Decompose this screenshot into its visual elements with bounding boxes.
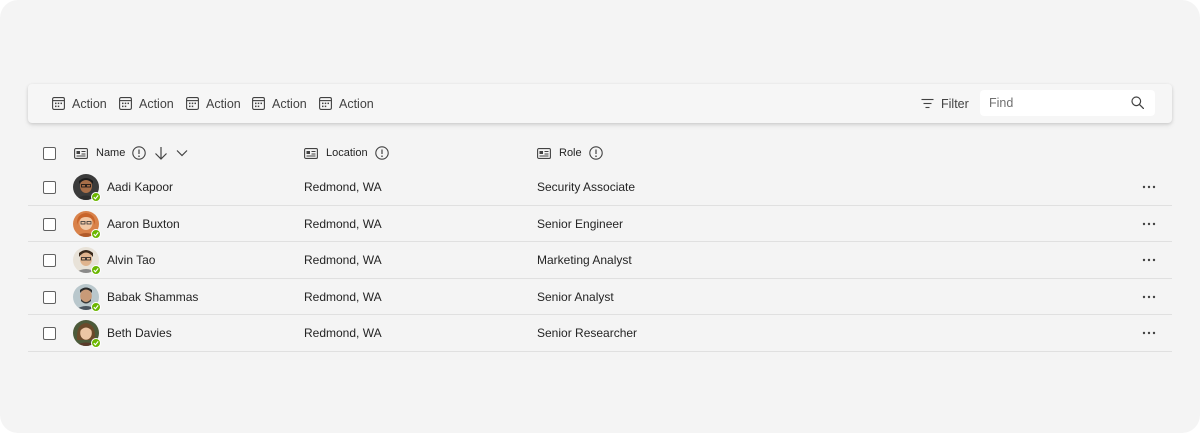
sort-down-arrow-icon[interactable] — [154, 146, 168, 160]
more-options-icon[interactable] — [1141, 180, 1157, 194]
row-checkbox[interactable] — [43, 327, 56, 341]
find-input[interactable] — [980, 91, 1120, 115]
find-box — [980, 90, 1155, 116]
presence-available-icon — [91, 265, 101, 276]
app-frame: Action Action Action Action Action Filte… — [0, 0, 1200, 433]
presence-available-icon — [91, 228, 101, 239]
avatar — [73, 210, 101, 239]
table-header: Name Location Role — [28, 137, 1172, 169]
column-header-role[interactable]: Role — [537, 137, 603, 169]
toolbar: Action Action Action Action Action Filte… — [28, 84, 1172, 123]
table-row[interactable]: Alvin Tao Redmond, WA Marketing Analyst — [28, 242, 1172, 279]
action-button-4[interactable]: Action — [252, 84, 307, 123]
cell-location: Redmond, WA — [304, 180, 382, 194]
calendar-icon — [52, 97, 65, 110]
avatar — [73, 283, 101, 312]
column-header-location[interactable]: Location — [304, 137, 389, 169]
contact-card-icon — [304, 147, 318, 159]
action-label: Action — [339, 96, 374, 111]
filter-button[interactable]: Filter — [921, 84, 969, 123]
action-label: Action — [72, 96, 107, 111]
cell-location: Redmond, WA — [304, 326, 382, 341]
cell-name: Beth Davies — [107, 326, 172, 341]
presence-available-icon — [91, 192, 101, 202]
more-options-icon[interactable] — [1141, 253, 1157, 267]
action-button-5[interactable]: Action — [319, 84, 374, 123]
table-row[interactable]: Beth Davies Redmond, WA Senior Researche… — [28, 315, 1172, 352]
presence-available-icon — [91, 338, 101, 349]
cell-location: Redmond, WA — [304, 289, 382, 304]
table-row[interactable]: Aadi Kapoor Redmond, WA Security Associa… — [28, 169, 1172, 206]
contact-card-icon — [537, 147, 551, 159]
info-icon[interactable] — [132, 146, 147, 160]
contact-card-icon — [74, 147, 88, 159]
table-row[interactable]: Aaron Buxton Redmond, WA Senior Engineer — [28, 206, 1172, 243]
cell-name: Aaron Buxton — [107, 216, 180, 231]
chevron-down-icon[interactable] — [176, 147, 188, 159]
row-checkbox[interactable] — [43, 290, 56, 304]
action-button-2[interactable]: Action — [119, 84, 174, 123]
calendar-icon — [252, 97, 265, 110]
action-button-1[interactable]: Action — [52, 84, 107, 123]
cell-location: Redmond, WA — [304, 253, 382, 268]
select-all-checkbox[interactable] — [43, 147, 56, 160]
avatar — [73, 174, 101, 202]
search-icon[interactable] — [1131, 96, 1144, 109]
filter-icon — [921, 98, 934, 109]
filter-label: Filter — [941, 96, 969, 111]
cell-role: Senior Researcher — [537, 326, 638, 341]
cell-name: Alvin Tao — [107, 253, 156, 268]
action-label: Action — [272, 96, 307, 111]
column-header-location-label: Location — [326, 147, 368, 159]
people-table: Name Location Role Aadi Kapoor Redmond, … — [28, 137, 1172, 352]
row-checkbox[interactable] — [43, 181, 56, 194]
cell-role: Senior Engineer — [537, 216, 624, 231]
presence-available-icon — [91, 301, 101, 312]
more-options-icon[interactable] — [1141, 326, 1157, 340]
info-icon[interactable] — [588, 146, 603, 160]
cell-role: Senior Analyst — [537, 289, 614, 304]
action-button-3[interactable]: Action — [186, 84, 241, 123]
cell-role: Security Associate — [537, 180, 636, 194]
table-row[interactable]: Babak Shammas Redmond, WA Senior Analyst — [28, 279, 1172, 316]
column-header-name-label: Name — [96, 147, 126, 159]
row-checkbox[interactable] — [43, 217, 56, 231]
info-icon[interactable] — [374, 146, 389, 160]
row-checkbox[interactable] — [43, 254, 56, 268]
column-header-role-label: Role — [559, 147, 582, 159]
calendar-icon — [186, 97, 199, 110]
cell-role: Marketing Analyst — [537, 253, 632, 268]
avatar — [73, 320, 101, 349]
calendar-icon — [319, 97, 332, 110]
calendar-icon — [119, 97, 132, 110]
cell-name: Aadi Kapoor — [107, 180, 174, 194]
more-options-icon[interactable] — [1141, 217, 1157, 231]
avatar — [73, 247, 101, 276]
column-header-name[interactable]: Name — [74, 137, 188, 169]
cell-name: Babak Shammas — [107, 289, 199, 304]
cell-location: Redmond, WA — [304, 216, 382, 231]
more-options-icon[interactable] — [1141, 290, 1157, 304]
action-label: Action — [139, 96, 174, 111]
action-label: Action — [206, 96, 241, 111]
